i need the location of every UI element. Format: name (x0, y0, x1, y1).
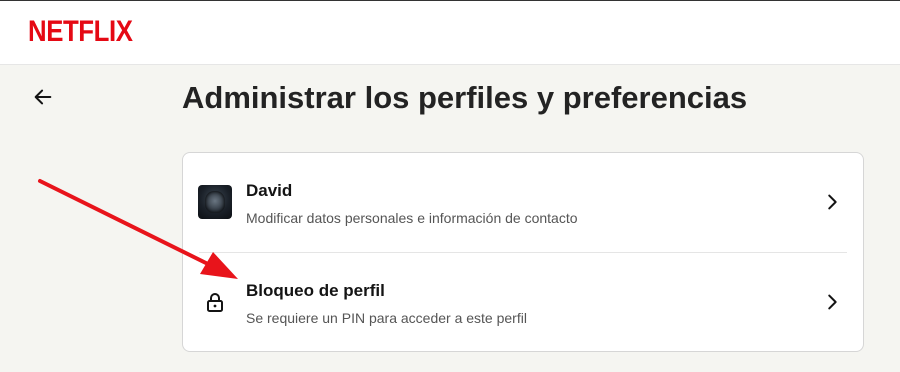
profile-lock-description: Se requiere un PIN para acceder a este p… (246, 310, 527, 326)
chevron-right-icon (828, 294, 837, 310)
settings-item-profile-lock[interactable]: Bloqueo de perfil Se requiere un PIN par… (183, 253, 863, 351)
profile-avatar (198, 185, 232, 219)
profile-name: David (246, 181, 293, 200)
profile-description: Modificar datos personales e información… (246, 210, 578, 226)
netflix-logo[interactable]: NETFLIX (28, 15, 133, 49)
arrow-left-icon (34, 89, 52, 105)
back-button[interactable] (30, 84, 56, 110)
settings-card: David Modificar datos personales e infor… (182, 152, 864, 352)
top-bar: NETFLIX (0, 0, 900, 65)
chevron-right-icon (828, 194, 837, 210)
profile-lock-title: Bloqueo de perfil (246, 281, 385, 300)
page-title: Administrar los perfiles y preferencias (182, 80, 748, 115)
settings-item-profile[interactable]: David Modificar datos personales e infor… (183, 153, 863, 252)
lock-icon (207, 293, 223, 312)
